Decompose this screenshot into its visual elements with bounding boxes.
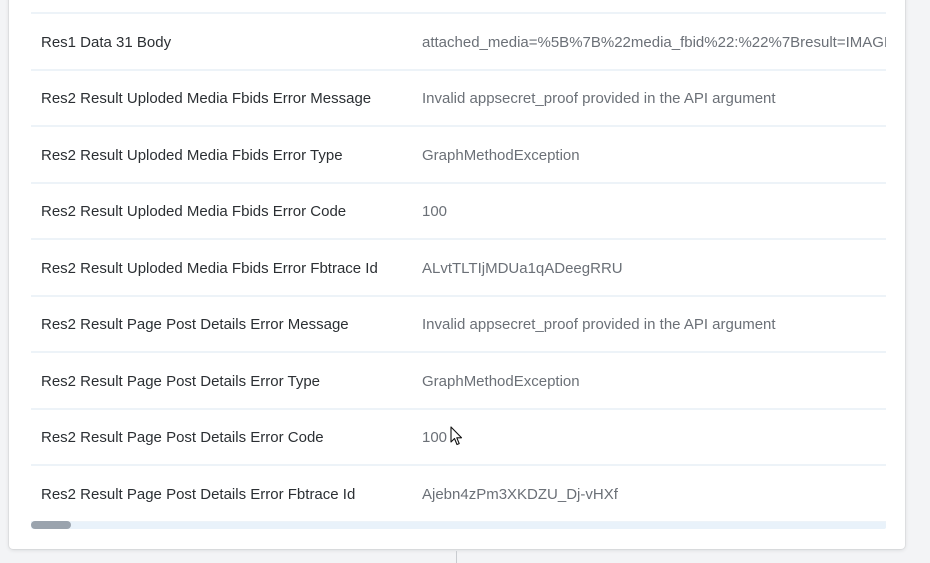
table-row: Res2 Result Page Post Details Error Fbtr… [31,466,886,523]
row-value: Invalid appsecret_proof provided in the … [422,90,776,108]
table-row: Res2 Result Page Post Details Error Type… [31,353,886,410]
row-key: Res2 Result Page Post Details Error Code [41,429,324,447]
scrollbar-thumb[interactable] [31,521,71,529]
row-value: 100 [422,429,448,447]
table-row: Res2 Result Uploded Media Fbids Error Me… [31,70,886,127]
row-value: Ajebn4zPm3XKDZU_Dj-vHXf [422,485,618,503]
table-row: Res2 Result Uploded Media Fbids Error Ty… [31,127,886,184]
row-key: Res2 Result Page Post Details Error Mess… [41,316,349,334]
details-card: Res1 Data 31 Body attached_media=%5B%7B%… [9,0,905,549]
table-row: Res1 Data 31 Body attached_media=%5B%7B%… [31,12,886,71]
row-key: Res1 Data 31 Body [41,33,172,51]
row-value: Invalid appsecret_proof provided in the … [422,316,776,334]
arrow-pointer-icon [450,426,463,446]
table-row: Res2 Result Page Post Details Error Mess… [31,296,886,353]
row-key: Res2 Result Uploded Media Fbids Error Me… [41,90,372,108]
divider [456,551,457,563]
row-key: Res2 Result Uploded Media Fbids Error Fb… [41,259,378,277]
row-key: Res2 Result Uploded Media Fbids Error Ty… [41,146,343,164]
row-value: 100 [422,203,448,221]
row-value: attached_media=%5B%7B%22media_fbid%22:%2… [422,33,886,51]
row-key: Res2 Result Page Post Details Error Fbtr… [41,485,356,503]
horizontal-scrollbar[interactable] [31,521,886,529]
row-value: GraphMethodException [422,146,580,164]
row-value: ALvtTLTIjMDUa1qADeegRRU [422,259,623,277]
table-row: Res2 Result Uploded Media Fbids Error Co… [31,183,886,240]
details-table: Res1 Data 31 Body attached_media=%5B%7B%… [31,12,886,523]
row-value: GraphMethodException [422,372,580,390]
table-row: Res2 Result Uploded Media Fbids Error Fb… [31,240,886,297]
row-key: Res2 Result Page Post Details Error Type [41,372,321,390]
row-key: Res2 Result Uploded Media Fbids Error Co… [41,203,347,221]
